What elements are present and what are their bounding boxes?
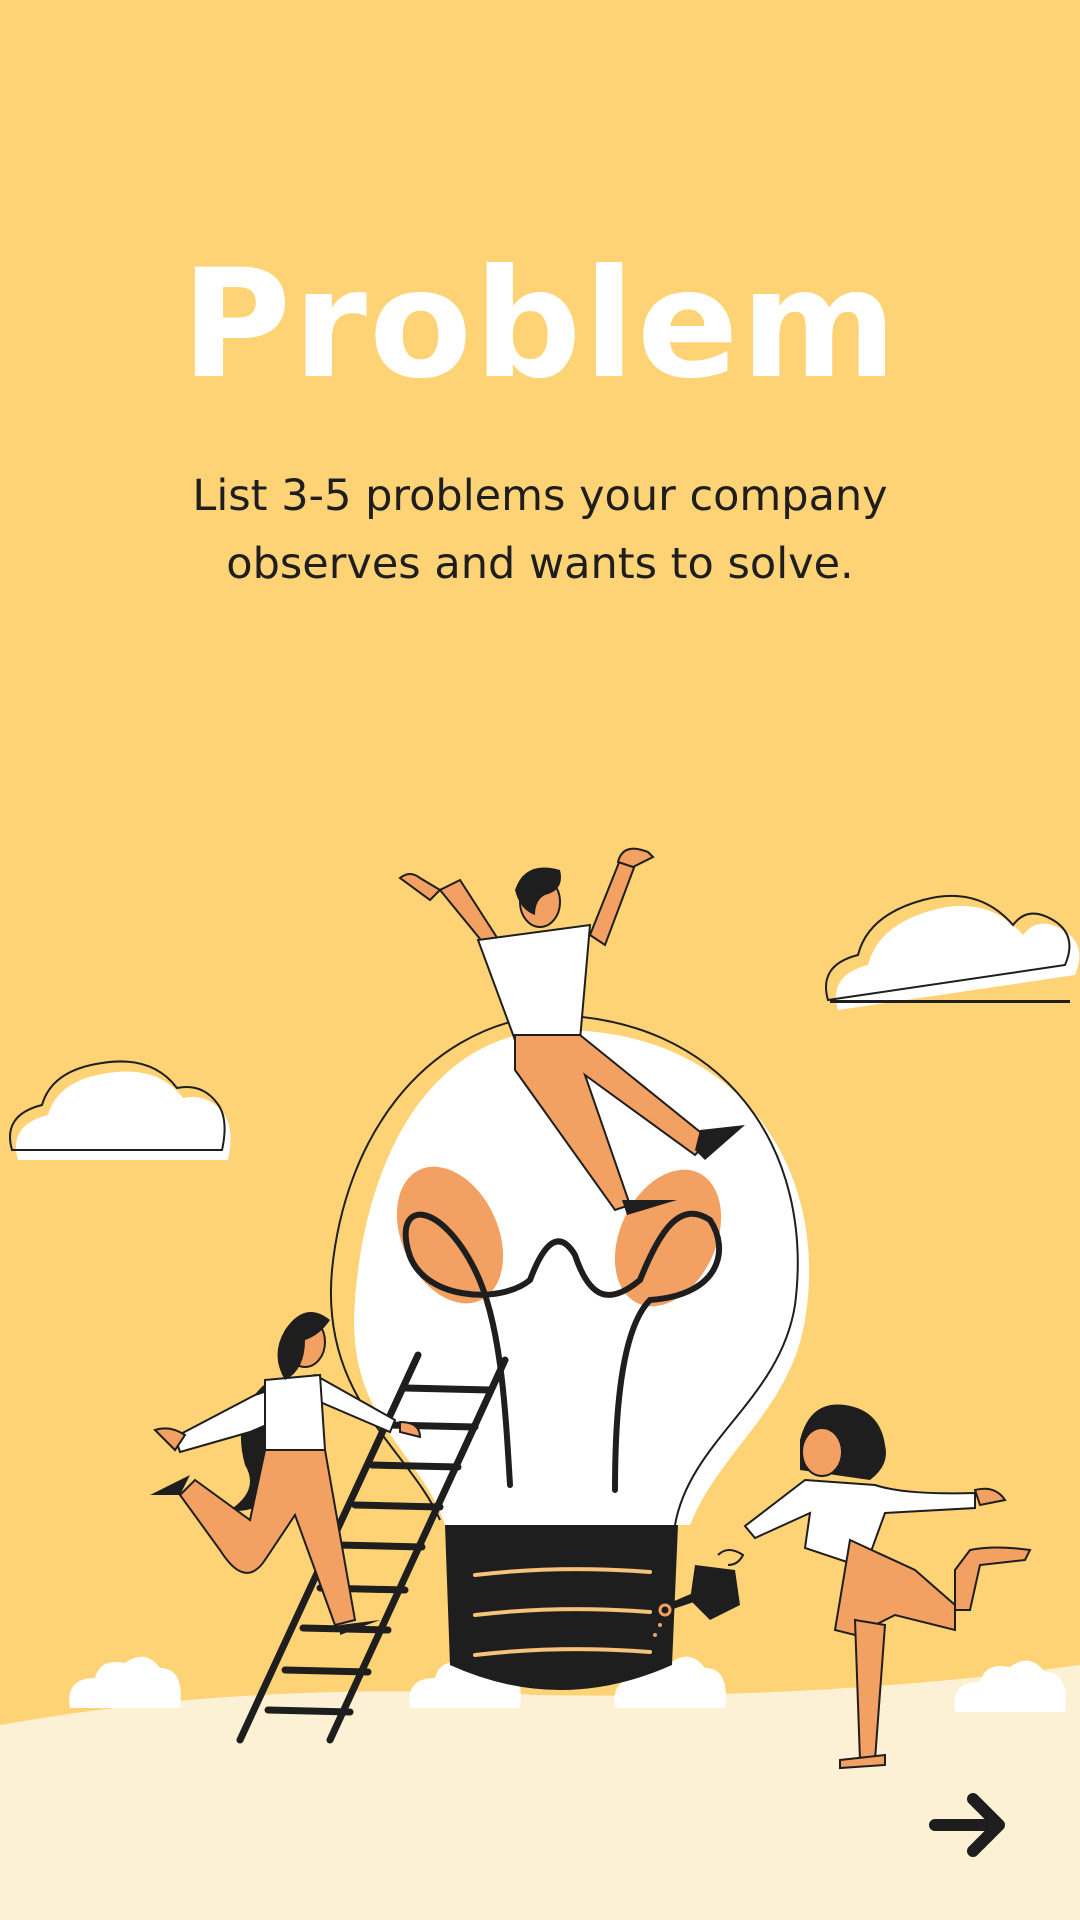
- next-slide-button[interactable]: [925, 1785, 1015, 1865]
- slide-subtitle: List 3-5 problems your company observes …: [192, 471, 888, 589]
- slide: Problem List 3-5 problems your company o…: [0, 0, 1080, 1920]
- slide-title: Problem: [181, 238, 899, 412]
- cloud-right: [825, 894, 1080, 1010]
- arrow-right-icon: [929, 1793, 1005, 1857]
- lightbulb-people-illustration: [0, 847, 1080, 1920]
- cloud-left: [9, 1060, 231, 1160]
